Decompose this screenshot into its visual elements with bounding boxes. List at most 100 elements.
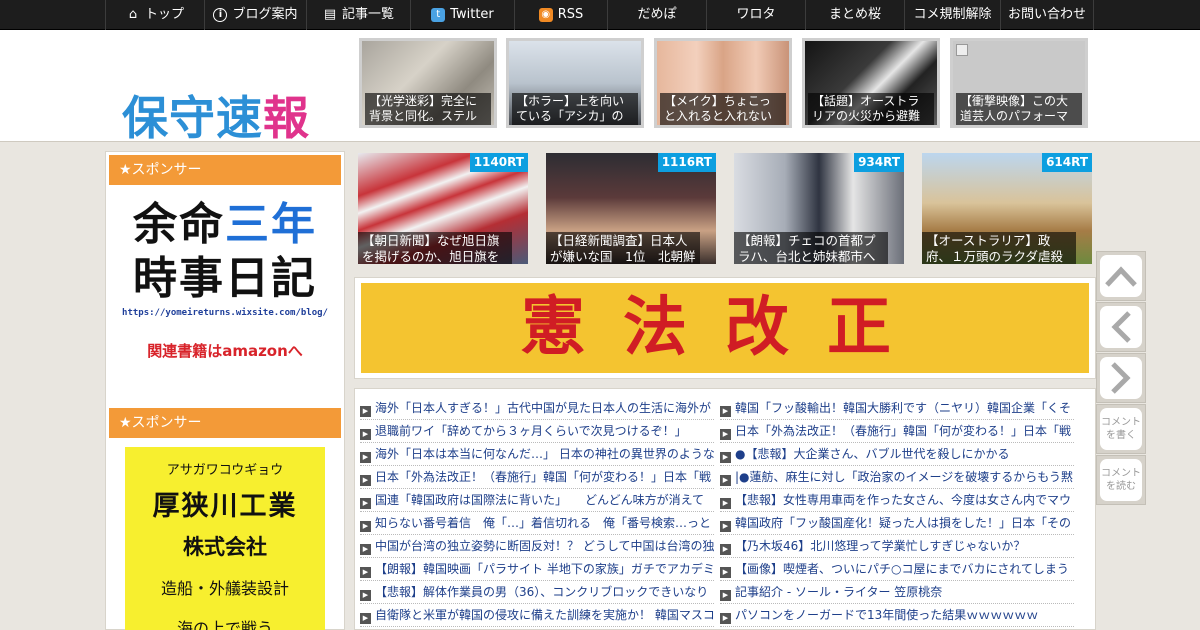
article-link[interactable]: ▶ 日本「外為法改正！（春施行」韓国「何が変わる！」日本「戦 bbox=[360, 466, 714, 489]
chevron-right-icon bbox=[1100, 357, 1142, 399]
article-link[interactable]: ▶ 韓国政府「フッ酸国産化！疑った人は損をした！」日本「その bbox=[720, 512, 1074, 535]
featured-caption: 【朝日新聞】なぜ旭日旗を掲げるのか、旭日旗を振る bbox=[358, 232, 512, 264]
article-title: 日本「外為法改正！（春施行」韓国「何が変わる！」日本「戦 bbox=[375, 470, 712, 484]
article-title: 国連「韓国政府は国際法に背いた」 どんどん味方が消えて bbox=[375, 493, 705, 507]
arrow-icon: ▶ bbox=[360, 452, 371, 463]
nav-item-top[interactable]: ⌂ トップ bbox=[105, 0, 204, 30]
featured-article[interactable]: 1140RT 【朝日新聞】なぜ旭日旗を掲げるのか、旭日旗を振る bbox=[358, 153, 528, 264]
twitter-icon: t bbox=[431, 8, 446, 22]
article-title: パソコンをノーガードで13年間使った結果ｗｗｗｗｗｗ bbox=[735, 608, 1039, 622]
arrow-icon: ▶ bbox=[720, 475, 731, 486]
nav-item-articles[interactable]: ▤ 記事一覧 bbox=[306, 0, 410, 30]
nav-item-contact[interactable]: お問い合わせ bbox=[1000, 0, 1094, 30]
header-thumb[interactable]: 【メイク】ちょこっと入れると入れない bbox=[654, 38, 792, 128]
article-list-right: ▶ 韓国「フッ酸輸出！韓国大勝利です（ニヤリ）韓国企業「くそ ▶ 日本「外為法改正！（… bbox=[720, 397, 1074, 627]
sponsor-ad-asagawa[interactable]: アサガワコウギョウ 厚狭川工業 株式会社 造船・外艤装設計 海の上で戦う bbox=[125, 447, 325, 630]
article-title: 日本「外為法改正！（春施行」韓国「何が変わる！」日本「戦 bbox=[735, 424, 1072, 438]
featured-caption: 【日経新聞調査】日本人が嫌いな国 1位 北朝鮮 bbox=[546, 232, 700, 264]
list-icon: ▤ bbox=[323, 7, 337, 22]
featured-article[interactable]: 614RT 【オーストラリア】政府、１万頭のラクダ虐殺に馬も bbox=[922, 153, 1092, 264]
logo-char: 報 bbox=[263, 91, 310, 145]
top-nav: ⌂ トップ i ブログ案内 ▤ 記事一覧 t Twitter ◉ RSS だめぽ… bbox=[0, 0, 1200, 30]
nav-item-damepo[interactable]: だめぽ bbox=[607, 0, 706, 30]
thumb-caption: 【話題】オーストラリアの火災から避難 bbox=[808, 93, 934, 125]
amazon-link[interactable]: 関連書籍はamazonへ bbox=[109, 340, 341, 361]
rt-count: 934RT bbox=[854, 153, 904, 172]
arrow-icon: ▶ bbox=[720, 567, 731, 578]
thumb-caption: 【ホラー】上を向いている「アシカ」の bbox=[512, 93, 638, 125]
article-link[interactable]: ▶ 海外「日本は本当に何なんだ…」 日本の神社の異世界のような bbox=[360, 443, 714, 466]
article-link[interactable]: ▶ 日本「外為法改正！（春施行」韓国「何が変わる！」日本「戦 bbox=[720, 420, 1074, 443]
article-link[interactable]: ▶ 国連「韓国政府は国際法に背いた」 どんどん味方が消えて bbox=[360, 489, 714, 512]
article-title: 【悲報】解体作業員の男（36）、コンクリブロックできいなり bbox=[375, 585, 709, 599]
article-link[interactable]: ▶ |●蓮舫、麻生に対し「政治家のイメージを破壊するからもう黙 bbox=[720, 466, 1074, 489]
broken-image-icon bbox=[956, 44, 968, 56]
article-title: 海外「日本は本当に何なんだ…」 日本の神社の異世界のような bbox=[375, 447, 714, 461]
nav-item-warota[interactable]: ワロタ bbox=[706, 0, 805, 30]
ad-business: 造船・外艤装設計 bbox=[160, 579, 289, 598]
article-title: 韓国「フッ酸輸出！韓国大勝利です（ニヤリ）韓国企業「くそ bbox=[735, 401, 1072, 415]
nav-label: コメ規制解除 bbox=[913, 7, 992, 22]
ad-title-line1: 余命三年 bbox=[109, 198, 341, 252]
top-nav-items: ⌂ トップ i ブログ案内 ▤ 記事一覧 t Twitter ◉ RSS だめぽ… bbox=[105, 0, 1094, 30]
article-link[interactable]: ▶ 退職前ワイ「辞めてから３ヶ月くらいで次見つけるぞ！」 bbox=[360, 420, 714, 443]
sidebar: ★スポンサー 余命三年 時事日記 https://yomeireturns.wi… bbox=[105, 151, 345, 630]
featured-article[interactable]: 1116RT 【日経新聞調査】日本人が嫌いな国 1位 北朝鮮 bbox=[546, 153, 716, 264]
site-logo[interactable]: 保守速報 bbox=[122, 82, 310, 148]
article-link[interactable]: ▶ 記事紹介 - ソール・ライター 笠原桃奈 bbox=[720, 581, 1074, 604]
article-link[interactable]: ▶ 【乃木坂46】北川悠理って学業忙しすぎじゃないか？ bbox=[720, 535, 1074, 558]
thumb-caption: 【衝撃映像】この大道芸人のパフォーマ bbox=[956, 93, 1082, 125]
article-link[interactable]: ▶ 【悲報】女性専用車両を作った女さん、今度は女さん内でマウ bbox=[720, 489, 1074, 512]
nav-label: Twitter bbox=[450, 7, 494, 22]
article-link[interactable]: ▶ 中国が台湾の独立姿勢に断固反対！？ どうして中国は台湾の独 bbox=[360, 535, 714, 558]
arrow-icon: ▶ bbox=[360, 590, 371, 601]
article-link[interactable]: ▶ 知らない番号着信 俺「…」着信切れる 俺「番号検索…っと bbox=[360, 512, 714, 535]
arrow-icon: ▶ bbox=[720, 521, 731, 532]
nav-item-rss[interactable]: ◉ RSS bbox=[514, 0, 607, 30]
nav-item-twitter[interactable]: t Twitter bbox=[410, 0, 514, 30]
arrow-icon: ▶ bbox=[720, 452, 731, 463]
sponsor-ad-yomei[interactable]: 余命三年 時事日記 https://yomeireturns.wixsite.c… bbox=[109, 192, 341, 382]
chevron-up-icon bbox=[1100, 255, 1142, 297]
nav-item-guide[interactable]: i ブログ案内 bbox=[204, 0, 306, 30]
featured-article[interactable]: 934RT 【朗報】チェコの首都プラハ、台北と姉妹都市へ 中 bbox=[734, 153, 904, 264]
header-thumb[interactable]: 【光学迷彩】完全に背景と同化。ステル bbox=[359, 38, 497, 128]
home-icon: ⌂ bbox=[128, 7, 138, 22]
article-link[interactable]: ▶ 【画像】喫煙者、ついにパチ○コ屋にまでバカにされてしまう bbox=[720, 558, 1074, 581]
prev-button[interactable] bbox=[1096, 302, 1146, 352]
thumb-caption: 【光学迷彩】完全に背景と同化。ステル bbox=[365, 93, 491, 125]
thumb-caption: 【メイク】ちょこっと入れると入れない bbox=[660, 93, 786, 125]
article-list-panel: ▶ 海外「日本人すぎる！」古代中国が見た日本人の生活に海外が ▶ 退職前ワイ「辞めてか… bbox=[354, 388, 1096, 630]
read-comments-button[interactable]: コメントを読む bbox=[1096, 455, 1146, 505]
article-link[interactable]: ▶ 自衛隊と米軍が韓国の侵攻に備えた訓練を実施か！ 韓国マスコ bbox=[360, 604, 714, 627]
write-comment-button[interactable]: コメントを書く bbox=[1096, 404, 1146, 454]
article-list-left: ▶ 海外「日本人すぎる！」古代中国が見た日本人の生活に海外が ▶ 退職前ワイ「辞めてか… bbox=[360, 397, 714, 627]
article-link[interactable]: ▶ ●【悲報】大企業さん、バブル世代を殺しにかかる bbox=[720, 443, 1074, 466]
article-title: 【悲報】女性専用車両を作った女さん、今度は女さん内でマウ bbox=[735, 493, 1072, 507]
chevron-left-icon bbox=[1100, 306, 1142, 348]
constitution-banner[interactable]: 憲法改正 bbox=[361, 283, 1089, 373]
featured-caption: 【オーストラリア】政府、１万頭のラクダ虐殺に馬も bbox=[922, 232, 1076, 264]
scroll-top-button[interactable] bbox=[1096, 251, 1146, 301]
article-link[interactable]: ▶ 海外「日本人すぎる！」古代中国が見た日本人の生活に海外が bbox=[360, 397, 714, 420]
article-title: 知らない番号着信 俺「…」着信切れる 俺「番号検索…っと bbox=[375, 516, 712, 530]
nav-item-matomezakura[interactable]: まとめ桜 bbox=[805, 0, 904, 30]
ad-slogan: 海の上で戦う bbox=[176, 619, 273, 630]
nav-item-unblock[interactable]: コメ規制解除 bbox=[904, 0, 1000, 30]
article-title: 自衛隊と米軍が韓国の侵攻に備えた訓練を実施か！ 韓国マスコ bbox=[375, 608, 714, 622]
arrow-icon: ▶ bbox=[360, 567, 371, 578]
read-comments-label: コメントを読む bbox=[1100, 459, 1142, 501]
arrow-icon: ▶ bbox=[360, 613, 371, 624]
article-link[interactable]: ▶ パソコンをノーガードで13年間使った結果ｗｗｗｗｗｗ bbox=[720, 604, 1074, 627]
nav-label: 記事一覧 bbox=[341, 7, 394, 22]
next-button[interactable] bbox=[1096, 353, 1146, 403]
sponsor-heading: ★スポンサー bbox=[109, 408, 341, 438]
header-thumb[interactable]: 【衝撃映像】この大道芸人のパフォーマ bbox=[950, 38, 1088, 128]
header-thumb[interactable]: 【ホラー】上を向いている「アシカ」の bbox=[506, 38, 644, 128]
article-link[interactable]: ▶ 【悲報】解体作業員の男（36）、コンクリブロックできいなり bbox=[360, 581, 714, 604]
article-link[interactable]: ▶ 【朗報】韓国映画「パラサイト 半地下の家族」ガチでアカデミ bbox=[360, 558, 714, 581]
header-thumb[interactable]: 【話題】オーストラリアの火災から避難 bbox=[802, 38, 940, 128]
article-link[interactable]: ▶ 韓国「フッ酸輸出！韓国大勝利です（ニヤリ）韓国企業「くそ bbox=[720, 397, 1074, 420]
article-title: 【乃木坂46】北川悠理って学業忙しすぎじゃないか？ bbox=[735, 539, 1026, 553]
arrow-icon: ▶ bbox=[360, 406, 371, 417]
